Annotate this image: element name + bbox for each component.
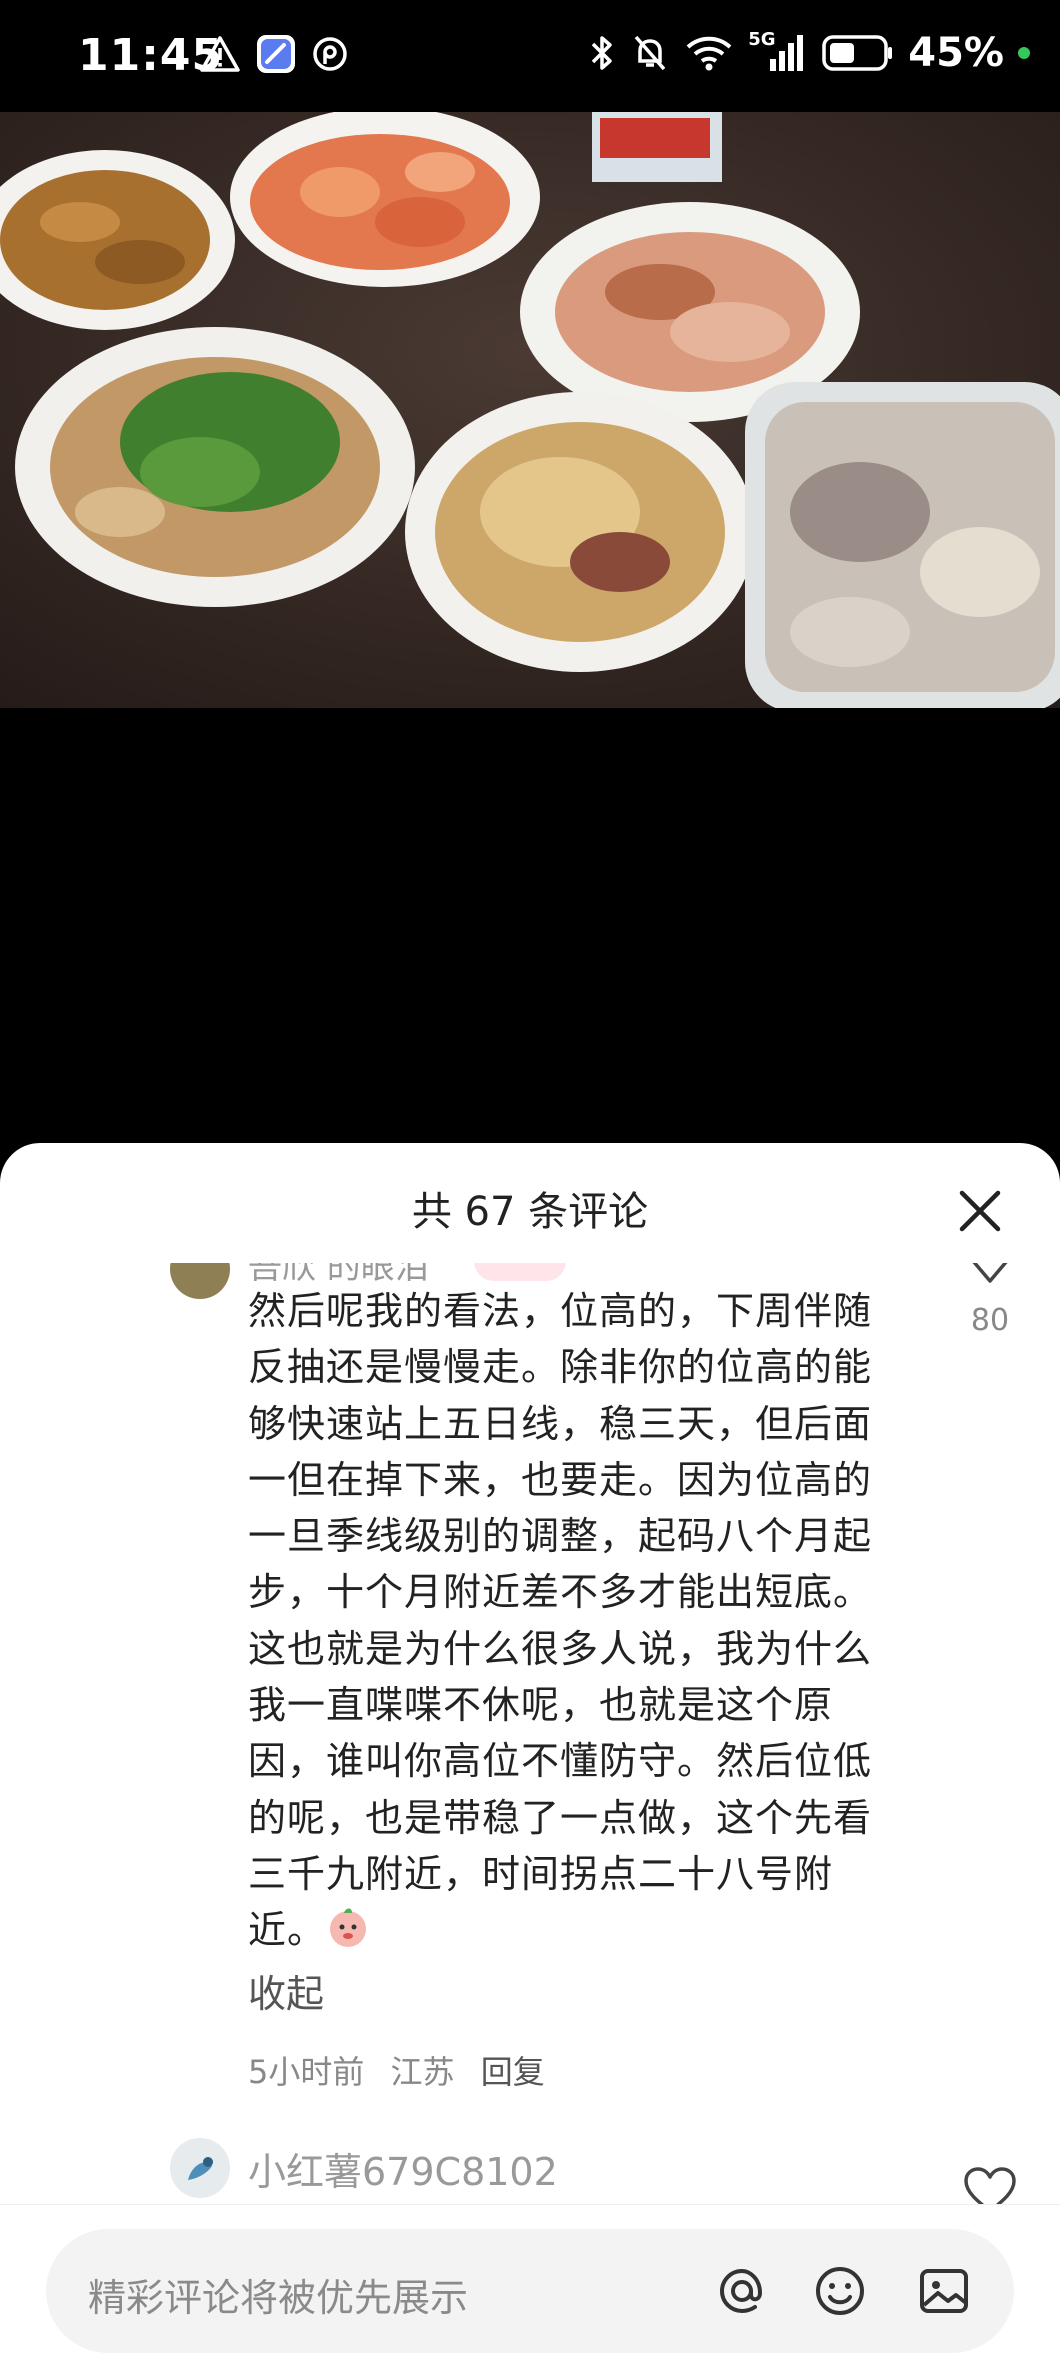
- photo-letterbox: [0, 708, 1060, 1148]
- mute-icon: [634, 35, 666, 71]
- comment-text: 然后呢我的看法，位高的，下周伴随反抽还是慢慢走。除非你的位高的能够快速站上五日线…: [248, 1283, 908, 1959]
- status-bar: 11:45 5G 45%: [0, 0, 1060, 112]
- heart-icon[interactable]: [962, 1263, 1018, 1299]
- comment-author[interactable]: 小红薯679C8102: [248, 2141, 558, 2196]
- emoji-picker-icon[interactable]: [808, 2259, 872, 2323]
- comment-input-placeholder: 精彩评论将被优先展示: [88, 2276, 469, 2320]
- network-type-wrap: 5G: [748, 29, 808, 73]
- post-photo[interactable]: [0, 112, 1060, 708]
- comment-time: 5小时前: [248, 2053, 365, 2091]
- author-badge: [474, 1263, 566, 1281]
- battery-icon: [822, 35, 893, 71]
- emoji-icon: [330, 1908, 367, 1948]
- status-right-icons: 5G 45%: [588, 29, 1030, 76]
- mention-icon[interactable]: [710, 2259, 774, 2323]
- collapse-link[interactable]: 收起: [248, 1963, 324, 2018]
- status-left-icons: [200, 34, 348, 74]
- avatar[interactable]: [170, 1263, 230, 1299]
- p-icon: [313, 37, 347, 71]
- comments-count-title: 共 67 条评论: [411, 1189, 649, 1235]
- avatar-image: [170, 2138, 230, 2198]
- signal-icon: [770, 35, 804, 71]
- status-dot: [1018, 47, 1030, 59]
- food-photo-image: [0, 112, 1060, 708]
- comment-list[interactable]: 吾欣 的眼泪 80 然后呢我的看法，位高的，下周伴随反抽还是慢慢走。除非你的位高…: [0, 1263, 1060, 2343]
- wifi-icon: [686, 36, 732, 71]
- comments-sheet: 共 67 条评论 吾欣 的眼泪 80 然后呢我的看法，位高的，下周伴随反抽还是慢…: [0, 1143, 1060, 2376]
- comment-meta: 5小时前 江苏 回复: [248, 2047, 561, 2093]
- bluetooth-icon: [592, 36, 612, 70]
- reply-button[interactable]: 回复: [481, 2053, 545, 2091]
- like-count: 80: [970, 1303, 1010, 1338]
- comment-text-body: 然后呢我的看法，位高的，下周伴随反抽还是慢慢走。除非你的位高的能够快速站上五日线…: [248, 1289, 873, 1953]
- battery-percent: 45%: [908, 30, 1004, 76]
- close-icon[interactable]: [952, 1183, 1008, 1239]
- app-icon: [257, 35, 295, 73]
- warning-icon: [200, 36, 240, 72]
- comment-input[interactable]: 精彩评论将被优先展示: [46, 2229, 1014, 2353]
- comment-location: 江苏: [390, 2053, 455, 2091]
- image-picker-icon[interactable]: [912, 2259, 976, 2323]
- comment-input-bar: 精彩评论将被优先展示: [0, 2204, 1060, 2376]
- avatar[interactable]: [170, 2138, 230, 2198]
